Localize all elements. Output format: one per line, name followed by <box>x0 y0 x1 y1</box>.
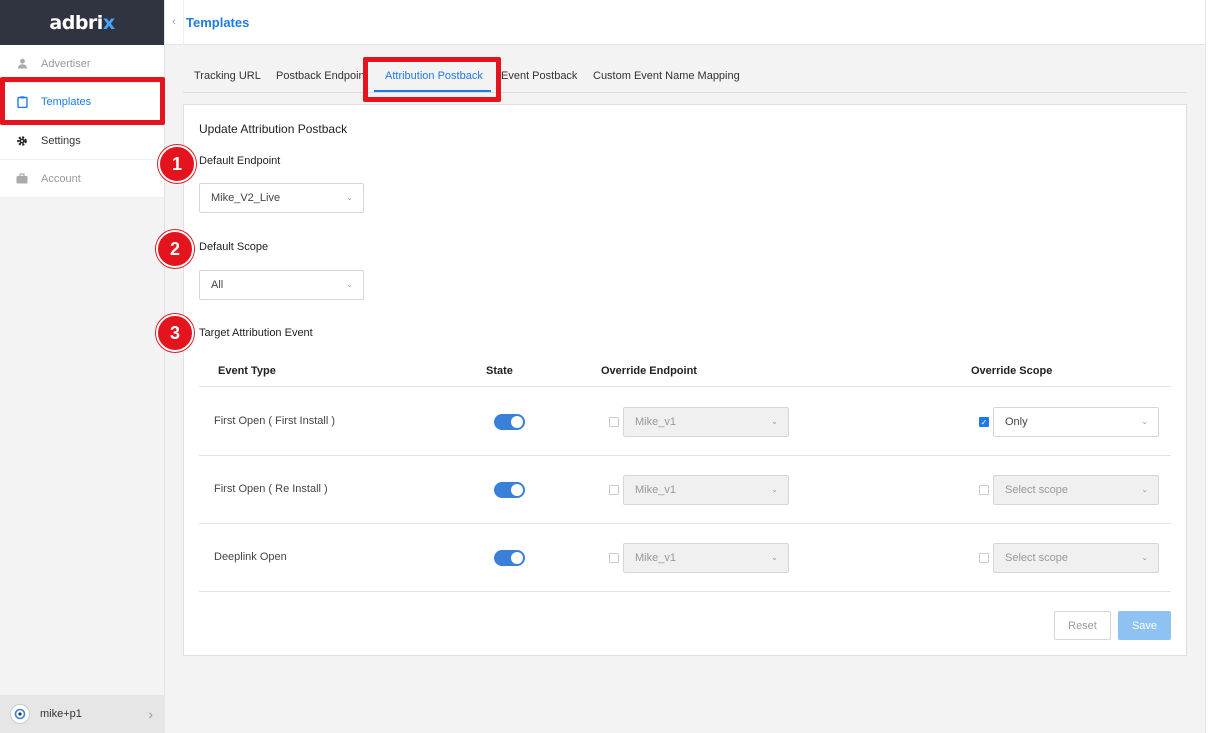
default-scope-label: Default Scope <box>199 241 269 253</box>
chevron-down-icon: ⌄ <box>771 553 778 562</box>
table-row-event: First Open ( First Install ) <box>214 415 336 427</box>
table-header-divider <box>199 386 1171 387</box>
state-toggle[interactable] <box>494 482 525 498</box>
tab-bar: Tracking URL Postback Endpoint Attributi… <box>183 62 1187 93</box>
form-title: Update Attribution Postback <box>199 122 348 136</box>
row-divider <box>199 591 1171 592</box>
default-endpoint-label: Default Endpoint <box>199 155 281 167</box>
adbrix-logo[interactable]: adbrix <box>0 0 164 45</box>
column-override-endpoint: Override Endpoint <box>601 365 697 377</box>
briefcase-icon <box>16 173 28 185</box>
clipboard-icon <box>16 96 28 108</box>
sidebar-item-advertiser[interactable]: Advertiser <box>0 45 164 83</box>
target-attribution-label: Target Attribution Event <box>199 327 313 339</box>
tab-custom-event-name-mapping[interactable]: Custom Event Name Mapping <box>593 70 740 82</box>
sidebar-nav: Advertiser Templates Settings Account <box>0 45 164 198</box>
user-menu[interactable]: mike+p1 › <box>0 695 165 733</box>
column-state: State <box>486 365 513 377</box>
chevron-down-icon: ⌄ <box>346 193 353 202</box>
override-scope-checkbox[interactable] <box>979 553 989 563</box>
chevron-down-icon: ⌄ <box>1141 553 1148 562</box>
annotation-badge-1: 1 <box>158 145 196 183</box>
scrollbar[interactable] <box>1205 0 1214 733</box>
row-divider <box>199 455 1171 456</box>
override-endpoint-select[interactable]: Mike_v1 ⌄ <box>623 543 789 573</box>
page-title: Templates <box>183 0 249 45</box>
user-name: mike+p1 <box>40 708 82 720</box>
chevron-down-icon: ⌄ <box>771 417 778 426</box>
chevron-down-icon: ⌄ <box>771 485 778 494</box>
override-scope-select[interactable]: Select scope ⌄ <box>993 475 1159 505</box>
chevron-down-icon: ⌄ <box>346 280 353 289</box>
active-tab-indicator <box>374 90 491 92</box>
sidebar: adbrix Advertiser Templates Settings Acc… <box>0 0 165 733</box>
default-endpoint-select[interactable]: Mike_V2_Live ⌄ <box>199 183 364 213</box>
sidebar-item-label: Account <box>41 172 81 185</box>
sidebar-item-label: Templates <box>41 96 92 108</box>
override-scope-value: Select scope <box>1005 552 1068 564</box>
tab-postback-endpoint[interactable]: Postback Endpoint <box>276 70 368 82</box>
override-endpoint-checkbox[interactable] <box>609 417 619 427</box>
collapse-sidebar-icon[interactable]: ‹ <box>165 16 183 28</box>
reset-button[interactable]: Reset <box>1054 611 1111 640</box>
column-override-scope: Override Scope <box>971 365 1053 377</box>
attribution-postback-card: Update Attribution Postback Default Endp… <box>183 104 1187 656</box>
override-endpoint-value: Mike_v1 <box>635 552 676 564</box>
avatar <box>10 704 30 724</box>
override-endpoint-select[interactable]: Mike_v1 ⌄ <box>623 475 789 505</box>
chevron-down-icon: ⌄ <box>1141 485 1148 494</box>
column-event-type: Event Type <box>218 365 276 377</box>
row-divider <box>199 523 1171 524</box>
chevron-down-icon: ⌄ <box>1141 417 1148 426</box>
state-toggle[interactable] <box>494 550 525 566</box>
tab-tracking-url[interactable]: Tracking URL <box>194 70 261 82</box>
top-header: ‹ Templates <box>165 0 1205 45</box>
override-endpoint-checkbox[interactable] <box>609 485 619 495</box>
override-scope-value: Only <box>1005 416 1028 428</box>
sidebar-item-label: Advertiser <box>41 57 91 70</box>
tab-attribution-postback[interactable]: Attribution Postback <box>385 70 483 82</box>
save-button[interactable]: Save <box>1118 611 1171 640</box>
annotation-badge-3: 3 <box>156 314 194 352</box>
default-endpoint-value: Mike_V2_Live <box>211 192 281 204</box>
override-endpoint-checkbox[interactable] <box>609 553 619 563</box>
override-scope-value: Select scope <box>1005 484 1068 496</box>
chevron-right-icon: › <box>148 706 153 722</box>
override-scope-select[interactable]: Select scope ⌄ <box>993 543 1159 573</box>
override-scope-checkbox[interactable]: ✓ <box>979 417 989 427</box>
annotation-badge-2: 2 <box>156 230 194 268</box>
sidebar-item-label: Settings <box>41 134 81 147</box>
sidebar-item-templates[interactable]: Templates <box>0 83 164 122</box>
gear-icon <box>16 135 28 147</box>
override-scope-select[interactable]: Only ⌄ <box>993 407 1159 437</box>
override-scope-checkbox[interactable] <box>979 485 989 495</box>
table-row-event: First Open ( Re Install ) <box>214 483 328 495</box>
override-endpoint-value: Mike_v1 <box>635 416 676 428</box>
override-endpoint-value: Mike_v1 <box>635 484 676 496</box>
table-row-event: Deeplink Open <box>214 551 287 563</box>
state-toggle[interactable] <box>494 414 525 430</box>
override-endpoint-select[interactable]: Mike_v1 ⌄ <box>623 407 789 437</box>
default-scope-select[interactable]: All ⌄ <box>199 270 364 300</box>
sidebar-item-settings[interactable]: Settings <box>0 122 164 160</box>
tab-event-postback[interactable]: Event Postback <box>501 70 577 82</box>
default-scope-value: All <box>211 279 224 291</box>
user-icon <box>16 58 28 70</box>
sidebar-item-account[interactable]: Account <box>0 160 164 198</box>
